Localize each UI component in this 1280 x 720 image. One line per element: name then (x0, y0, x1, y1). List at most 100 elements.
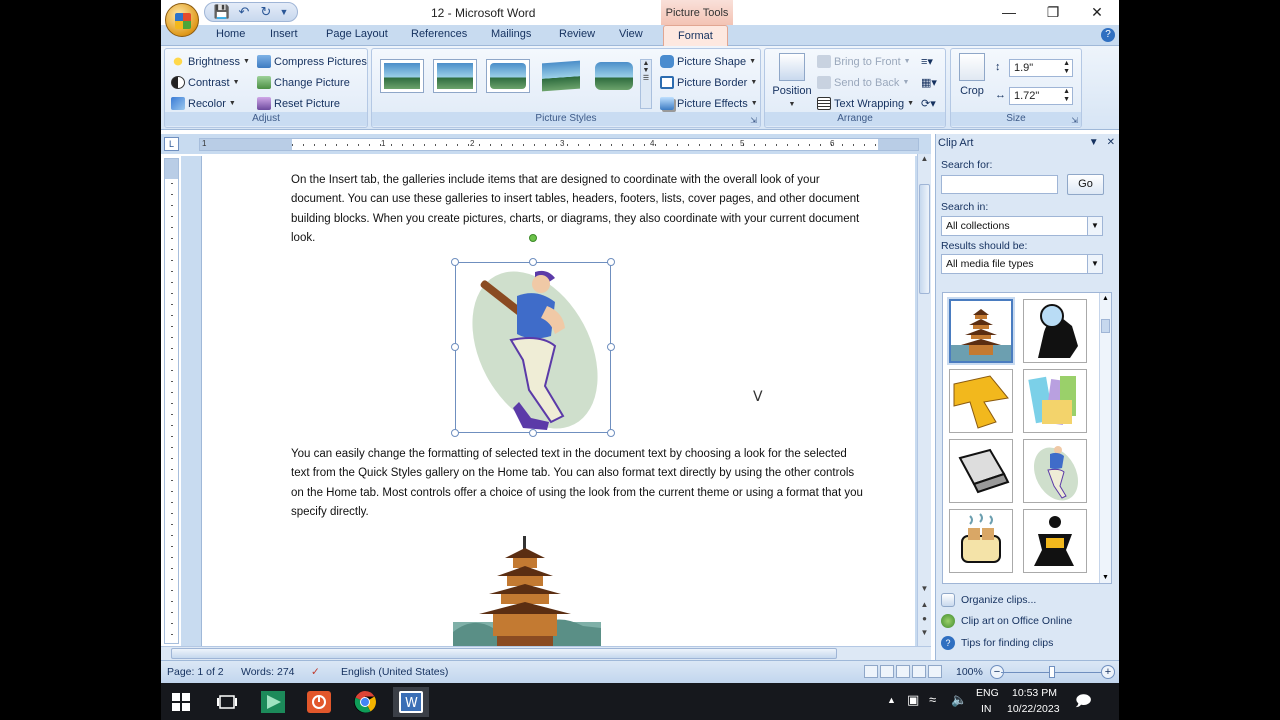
page-count[interactable]: Page: 1 of 2 (167, 666, 224, 678)
clip-search-input[interactable] (941, 175, 1058, 194)
language-indicator-top[interactable]: ENG (976, 687, 999, 699)
align-icon[interactable]: ≡▾ (921, 55, 933, 68)
tab-home[interactable]: Home (216, 28, 245, 40)
outline-view-icon[interactable] (912, 665, 926, 678)
clip-result-colorful-shapes[interactable] (1023, 369, 1087, 433)
dialog-launcher-icon[interactable]: ⇲ (750, 116, 757, 125)
next-page-icon[interactable]: ▼ (918, 628, 931, 637)
camtasia-icon[interactable] (255, 687, 291, 717)
resize-handle-top-left[interactable] (451, 258, 459, 266)
tab-view[interactable]: View (619, 28, 643, 40)
clip-result-computer[interactable] (949, 439, 1013, 503)
picture-shape-button[interactable]: Picture Shape ▼ (660, 55, 756, 68)
position-button[interactable]: Position ▼ (769, 53, 815, 109)
tab-references[interactable]: References (411, 28, 467, 40)
tab-stop-selector[interactable]: L (164, 137, 179, 151)
tab-insert[interactable]: Insert (270, 28, 298, 40)
paragraph-2[interactable]: You can easily change the formatting of … (291, 445, 866, 522)
organize-clips-link[interactable]: Organize clips... (941, 593, 1036, 607)
clip-result-toaster[interactable] (949, 509, 1013, 573)
resize-handle-bottom-left[interactable] (451, 429, 459, 437)
clock-time[interactable]: 10:53 PM (1012, 687, 1057, 699)
full-screen-reading-icon[interactable] (880, 665, 894, 678)
undo-icon[interactable]: ↶ (235, 4, 253, 20)
tab-format[interactable]: Format (663, 25, 728, 47)
pagoda-picture[interactable] (453, 536, 601, 646)
tips-finding-clips-link[interactable]: ? Tips for finding clips (941, 636, 1053, 650)
clip-result-yellow-shapes[interactable] (949, 369, 1013, 433)
rotate-icon[interactable]: ⟳▾ (921, 97, 936, 110)
tab-mailings[interactable]: Mailings (491, 28, 531, 40)
media-type-select[interactable]: All media file types ▼ (941, 254, 1103, 274)
clip-result-figure[interactable] (1023, 509, 1087, 573)
save-icon[interactable]: 💾 (213, 4, 231, 20)
print-layout-view-icon[interactable] (864, 665, 878, 678)
customize-qat-icon[interactable]: ▼ (279, 7, 289, 17)
clip-result-pagoda[interactable] (949, 299, 1013, 363)
vertical-scroll-thumb[interactable] (919, 184, 930, 294)
draft-view-icon[interactable] (928, 665, 942, 678)
zoom-in-button[interactable]: + (1101, 665, 1115, 679)
pane-close-icon[interactable]: ✕ (1107, 137, 1115, 148)
resize-handle-left[interactable] (451, 343, 459, 351)
office-button[interactable] (165, 3, 199, 37)
web-layout-icon[interactable] (896, 665, 910, 678)
search-in-select[interactable]: All collections ▼ (941, 216, 1103, 236)
clip-art-online-link[interactable]: Clip art on Office Online (941, 614, 1072, 628)
chrome-icon[interactable] (347, 687, 383, 717)
language-indicator[interactable]: English (United States) (341, 666, 448, 678)
clip-result-idea[interactable] (1023, 299, 1087, 363)
change-picture-button[interactable]: Change Picture (257, 76, 350, 89)
gallery-scroll[interactable]: ▲ ▼ ☰ (640, 59, 652, 109)
resize-handle-right[interactable] (607, 343, 615, 351)
recorder-icon[interactable] (301, 687, 337, 717)
reset-picture-button[interactable]: Reset Picture (257, 97, 340, 110)
picture-effects-button[interactable]: Picture Effects ▼ (660, 97, 758, 110)
resize-handle-top-right[interactable] (607, 258, 615, 266)
contrast-button[interactable]: Contrast ▼ (171, 76, 240, 89)
redo-icon[interactable]: ↻ (257, 4, 275, 20)
size-dialog-launcher-icon[interactable]: ⇲ (1071, 116, 1078, 125)
tab-review[interactable]: Review (559, 28, 595, 40)
volume-icon[interactable]: 🔈 (951, 692, 967, 708)
recolor-button[interactable]: Recolor ▼ (171, 97, 236, 110)
network-device-icon[interactable]: ▣ (907, 692, 919, 708)
style-thumbnail[interactable] (380, 59, 424, 93)
style-thumbnail[interactable] (539, 59, 583, 93)
group-icon[interactable]: ▦▾ (921, 76, 937, 89)
language-indicator-bottom[interactable]: IN (981, 703, 992, 715)
height-input[interactable]: 1.9" ▲ ▼ (1009, 59, 1073, 77)
show-hidden-icons[interactable]: ▲ (887, 695, 896, 705)
compress-pictures-button[interactable]: Compress Pictures (257, 55, 367, 68)
minimize-button[interactable]: — (987, 0, 1031, 25)
notifications-icon[interactable]: 🗩 (1075, 691, 1092, 716)
clip-result-baseball-player[interactable] (1023, 439, 1087, 503)
wifi-icon[interactable]: ≈ (929, 692, 936, 707)
resize-handle-bottom-right[interactable] (607, 429, 615, 437)
bring-to-front-button[interactable]: Bring to Front ▼ (817, 55, 911, 68)
style-thumbnail[interactable] (592, 59, 636, 93)
start-button[interactable] (163, 687, 199, 717)
brightness-button[interactable]: Brightness ▼ (171, 55, 250, 68)
document-vertical-scrollbar[interactable]: ▲ ▼ ▲ ● ▼ (917, 154, 931, 646)
style-thumbnail[interactable] (433, 59, 477, 93)
word-count[interactable]: Words: 274 (241, 666, 295, 678)
resize-handle-top[interactable] (529, 258, 537, 266)
browse-object-icon[interactable]: ● (918, 614, 931, 623)
previous-page-icon[interactable]: ▲ (918, 600, 931, 609)
zoom-slider-thumb[interactable] (1049, 666, 1055, 678)
word-taskbar-icon[interactable]: W (393, 687, 429, 717)
clip-results-scroll-thumb[interactable] (1101, 319, 1110, 333)
horizontal-ruler[interactable]: 1 1 2 3 4 5 6 (199, 138, 919, 151)
send-to-back-button[interactable]: Send to Back ▼ (817, 76, 909, 89)
tab-page-layout[interactable]: Page Layout (326, 28, 388, 40)
proofing-icon[interactable]: ✓ (311, 666, 320, 678)
clip-results-scrollbar[interactable]: ▲ ▼ (1099, 293, 1111, 583)
text-wrapping-button[interactable]: Text Wrapping ▼ (817, 97, 914, 110)
close-button[interactable]: ✕ (1075, 0, 1119, 25)
pane-options-icon[interactable]: ▼ (1089, 137, 1099, 148)
task-view-icon[interactable] (209, 687, 245, 717)
help-icon[interactable]: ? (1101, 28, 1115, 42)
rotate-handle[interactable] (529, 234, 537, 242)
style-thumbnail[interactable] (486, 59, 530, 93)
